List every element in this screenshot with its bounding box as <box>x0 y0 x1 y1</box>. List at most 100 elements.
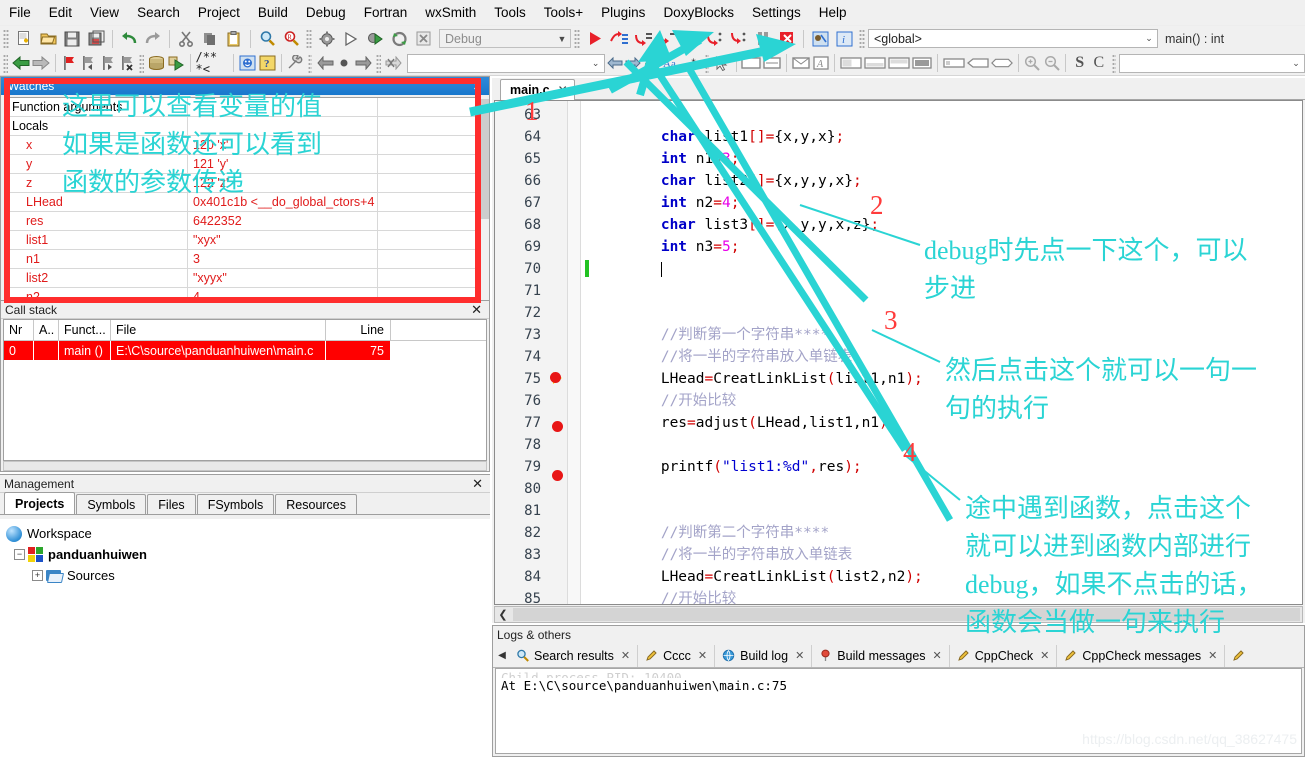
fill-icon[interactable] <box>912 53 932 74</box>
label-tool-icon[interactable]: A <box>812 53 829 74</box>
step-out-icon[interactable] <box>680 28 702 49</box>
toolbar-grip[interactable] <box>307 53 313 73</box>
doxyblocks-comment-icon[interactable]: /** *< <box>195 51 228 75</box>
previous-bookmark-icon[interactable] <box>80 53 97 74</box>
watch-row[interactable]: y 121 'y' <box>6 155 476 174</box>
find-icon[interactable] <box>256 28 278 49</box>
zoom-out-icon[interactable] <box>1043 53 1060 74</box>
fold-cell[interactable] <box>568 126 580 148</box>
expand-icon[interactable]: + <box>32 570 43 581</box>
fold-cell[interactable] <box>568 170 580 192</box>
code-line[interactable] <box>591 478 1302 500</box>
toolbar-grip[interactable] <box>306 29 312 48</box>
tab-files[interactable]: Files <box>147 494 196 514</box>
scrollbar-thumb[interactable] <box>479 99 489 219</box>
rebuild-icon[interactable] <box>388 28 410 49</box>
save-icon[interactable] <box>61 28 83 49</box>
code-editor[interactable]: 63 64 65 66 67 68 69 70 71 72 73 74 75 76 77 78 79 80 81 82… <box>494 100 1303 605</box>
toolbar-grip[interactable] <box>3 53 8 73</box>
sizer-tool-icon[interactable] <box>763 53 782 74</box>
abort-icon[interactable] <box>412 28 434 49</box>
menu-debug[interactable]: Debug <box>297 3 355 23</box>
clear-bookmarks-icon[interactable] <box>118 53 135 74</box>
code-line[interactable]: printf("list1:%d",res); <box>591 456 1302 478</box>
gutter-cell[interactable] <box>547 536 567 558</box>
close-icon[interactable]: ✕ <box>558 83 568 97</box>
table-row[interactable]: 0 main () E:\C\source\panduanhuiwen\main… <box>4 341 486 360</box>
doxyblocks-extract-icon[interactable] <box>148 53 165 74</box>
watch-row[interactable]: Function arguments <box>6 98 476 117</box>
breakpoint-gutter[interactable] <box>547 101 567 604</box>
new-file-icon[interactable] <box>13 28 35 49</box>
open-file-icon[interactable] <box>37 28 59 49</box>
menu-tools-plus[interactable]: Tools+ <box>535 3 592 23</box>
build-target-select[interactable]: Debug ▼ <box>439 29 571 48</box>
tab-projects[interactable]: Projects <box>4 492 76 514</box>
code-line[interactable] <box>591 500 1302 522</box>
fold-cell[interactable] <box>568 280 580 302</box>
paste-icon[interactable] <box>223 28 245 49</box>
menu-edit[interactable]: Edit <box>40 3 81 23</box>
fold-cell[interactable] <box>568 346 580 368</box>
toolbar-grip[interactable] <box>139 53 145 73</box>
zoom-in-icon[interactable] <box>1024 53 1041 74</box>
fold-cell[interactable] <box>568 148 580 170</box>
tree-node-sources[interactable]: + Sources <box>4 565 490 586</box>
gutter-cell[interactable] <box>547 192 567 214</box>
fold-cell[interactable] <box>568 390 580 412</box>
fold-cell[interactable] <box>568 456 580 478</box>
close-icon[interactable]: ✕ <box>473 80 485 93</box>
code-line[interactable]: //将一半的字符串放入单链表 <box>591 544 1302 566</box>
fold-cell[interactable] <box>568 192 580 214</box>
toolbar-grip[interactable] <box>574 29 580 48</box>
fold-cell[interactable] <box>568 500 580 522</box>
build-and-run-icon[interactable] <box>364 28 386 49</box>
debugging-windows-icon[interactable] <box>809 28 831 49</box>
close-icon[interactable]: ✕ <box>795 649 804 662</box>
doxyblocks-help-icon[interactable]: ? <box>258 53 276 74</box>
breakpoint-marker[interactable] <box>547 470 567 492</box>
code-line[interactable]: //开始比较 <box>591 390 1302 412</box>
fold-cell[interactable] <box>568 258 580 280</box>
regex-icon[interactable]: .* <box>683 53 700 74</box>
back-icon[interactable] <box>11 53 30 74</box>
pointer-tool-icon[interactable] <box>713 53 730 74</box>
close-icon[interactable]: ✕ <box>472 476 486 492</box>
code-line[interactable]: //判断第一个字符串**** <box>591 324 1302 346</box>
serif-style-icon[interactable]: C <box>1090 53 1107 74</box>
menu-wxsmith[interactable]: wxSmith <box>416 3 485 23</box>
code-line[interactable]: LHead=CreatLinkList(list1,n1); <box>591 368 1302 390</box>
gutter-cell[interactable] <box>547 346 567 368</box>
close-icon[interactable]: ✕ <box>1040 649 1049 662</box>
fold-cell[interactable] <box>568 588 580 604</box>
fold-cell[interactable] <box>568 302 580 324</box>
gutter-cell[interactable] <box>547 394 567 416</box>
fold-cell[interactable] <box>568 236 580 258</box>
breakpoint-icon[interactable] <box>551 421 563 432</box>
toolbar-grip[interactable] <box>376 53 381 73</box>
fold-cell[interactable] <box>568 412 580 434</box>
code-line[interactable]: int n2=4; <box>591 192 1302 214</box>
toolbar-grip[interactable] <box>3 29 9 48</box>
callstack-grid[interactable]: Nr A.. Funct... File Line 0 main () E:\C… <box>3 319 487 461</box>
code-line[interactable]: LHead=CreatLinkList(list2,n2); <box>591 566 1302 588</box>
code-completion-select[interactable]: ⌄ <box>1119 53 1305 73</box>
fold-cell[interactable] <box>568 544 580 566</box>
doxyblocks-run-icon[interactable] <box>167 53 184 74</box>
gutter-cell[interactable] <box>547 170 567 192</box>
menu-doxyblocks[interactable]: DoxyBlocks <box>654 3 743 23</box>
align-top-icon[interactable] <box>840 53 862 74</box>
gutter-cell[interactable] <box>547 514 567 536</box>
fold-cell[interactable] <box>568 324 580 346</box>
close-icon[interactable]: ✕ <box>698 649 707 662</box>
gutter-cell[interactable] <box>547 324 567 346</box>
code-line[interactable]: char list3[]={x,y,y,x,z}; <box>591 214 1302 236</box>
next-changed-line-icon[interactable] <box>355 53 372 74</box>
fold-cell[interactable] <box>568 434 580 456</box>
gutter-cell[interactable] <box>547 580 567 602</box>
next-line-icon[interactable] <box>632 28 654 49</box>
close-icon[interactable]: ✕ <box>621 649 630 662</box>
redo-icon[interactable] <box>142 28 164 49</box>
code-line[interactable] <box>591 302 1302 324</box>
tab-build-messages[interactable]: Build messages ✕ <box>812 644 950 667</box>
